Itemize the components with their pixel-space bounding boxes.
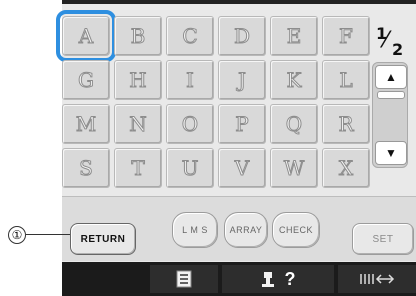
key-label: Q <box>285 112 303 137</box>
control-panel: RETURN L M S ARRAY CHECK SET <box>62 196 416 261</box>
scroll-down-button[interactable]: ▼ <box>375 141 407 165</box>
key-label: X <box>338 156 354 181</box>
return-button[interactable]: RETURN <box>70 223 136 255</box>
key-label: A <box>78 24 94 49</box>
machine-help-button[interactable]: ? <box>222 265 334 293</box>
key-label: V <box>234 156 250 181</box>
key-label: D <box>233 24 251 49</box>
key-label: T <box>131 156 145 181</box>
scroll-thumb[interactable] <box>377 91 405 99</box>
key-v[interactable]: V <box>218 148 266 188</box>
key-r[interactable]: R <box>322 104 370 144</box>
key-q[interactable]: Q <box>270 104 318 144</box>
set-button[interactable]: SET <box>352 223 414 255</box>
key-label: F <box>339 24 354 49</box>
arrow-up-icon: ▲ <box>385 70 397 84</box>
key-f[interactable]: F <box>322 16 370 56</box>
character-grid: A B C D E F G H I J K L M N O P Q R S T U V W X <box>56 6 370 188</box>
arrow-down-icon: ▼ <box>385 146 397 160</box>
key-label: R <box>338 112 354 137</box>
check-button[interactable]: CHECK <box>272 212 320 248</box>
key-label: I <box>186 68 195 93</box>
key-label: N <box>129 112 147 137</box>
key-l[interactable]: L <box>322 60 370 100</box>
page-indicator: 1 ⁄ 2 <box>374 24 408 62</box>
key-label: U <box>181 156 199 181</box>
key-label: M <box>75 112 97 137</box>
scroll-up-button[interactable]: ▲ <box>375 65 407 89</box>
key-s[interactable]: S <box>62 148 110 188</box>
key-label: L <box>339 68 353 93</box>
key-label: B <box>130 24 146 49</box>
key-label: H <box>129 68 147 93</box>
key-g[interactable]: G <box>62 60 110 100</box>
key-label: J <box>237 68 247 93</box>
machine-help-icon <box>261 272 274 287</box>
key-label: K <box>286 68 302 93</box>
page-total: 2 <box>392 40 404 59</box>
key-k[interactable]: K <box>270 60 318 100</box>
key-c[interactable]: C <box>166 16 214 56</box>
key-w[interactable]: W <box>270 148 318 188</box>
key-label: G <box>78 68 95 93</box>
key-d[interactable]: D <box>218 16 266 56</box>
key-u[interactable]: U <box>166 148 214 188</box>
page-slash: ⁄ <box>384 28 388 53</box>
key-n[interactable]: N <box>114 104 162 144</box>
key-x[interactable]: X <box>322 148 370 188</box>
key-label: S <box>79 156 94 181</box>
key-j[interactable]: J <box>218 60 266 100</box>
key-label: P <box>235 112 250 137</box>
scroll-bar[interactable]: ▲ ▼ <box>372 62 408 168</box>
thread-icon <box>360 274 395 284</box>
help-mark: ? <box>284 268 296 289</box>
callout-leader-line <box>26 234 70 235</box>
array-button[interactable]: ARRAY <box>224 212 268 248</box>
key-label: O <box>181 112 199 137</box>
key-label: E <box>286 24 302 49</box>
bottom-bar: ? <box>62 262 416 296</box>
key-b[interactable]: B <box>114 16 162 56</box>
key-p[interactable]: P <box>218 104 266 144</box>
key-h[interactable]: H <box>114 60 162 100</box>
key-e[interactable]: E <box>270 16 318 56</box>
key-m[interactable]: M <box>62 104 110 144</box>
callout-marker: ① <box>8 226 26 244</box>
list-icon <box>176 270 192 288</box>
lms-button[interactable]: L M S <box>172 212 218 248</box>
key-a[interactable]: A <box>56 10 116 62</box>
key-i[interactable]: I <box>166 60 214 100</box>
key-t[interactable]: T <box>114 148 162 188</box>
key-label: W <box>283 156 305 181</box>
key-o[interactable]: O <box>166 104 214 144</box>
thread-button[interactable] <box>338 265 416 293</box>
list-button[interactable] <box>150 265 218 293</box>
key-label: C <box>182 24 198 49</box>
